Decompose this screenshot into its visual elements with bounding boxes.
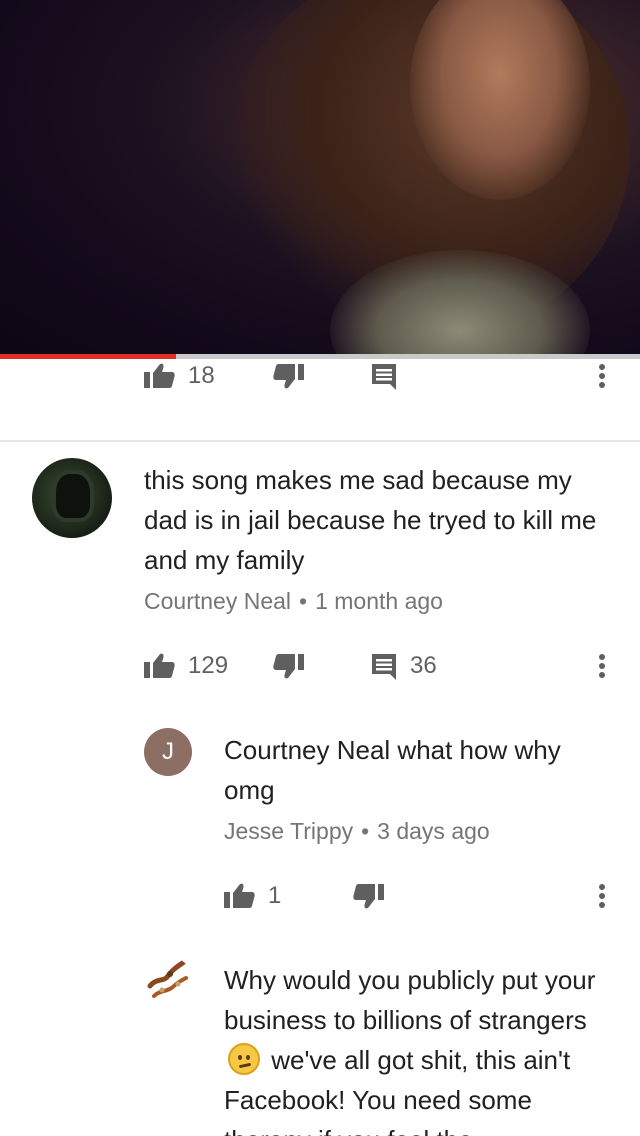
dislike-button[interactable] bbox=[352, 876, 384, 916]
reply-button[interactable] bbox=[370, 356, 398, 396]
thumbs-down-icon bbox=[353, 884, 384, 909]
replies-button[interactable]: 36 bbox=[370, 646, 437, 686]
like-count: 18 bbox=[188, 362, 215, 389]
reply-text-after-emoji: we've all got shit, this ain't Facebook!… bbox=[224, 1045, 571, 1136]
video-player[interactable] bbox=[0, 0, 640, 356]
previous-comment-actions: 18 bbox=[0, 356, 640, 396]
comment-icon bbox=[372, 364, 396, 390]
comment-icon bbox=[372, 654, 396, 680]
more-options-icon[interactable] bbox=[590, 360, 614, 392]
reply-actions: 1 bbox=[0, 876, 640, 916]
more-options-icon[interactable] bbox=[590, 880, 614, 912]
comment-time: 1 month ago bbox=[315, 588, 443, 614]
avatar-figure bbox=[56, 474, 90, 518]
thumbs-down-icon bbox=[273, 654, 304, 679]
reply-text: Courtney Neal what how why omg bbox=[224, 735, 561, 805]
avatar[interactable]: J bbox=[144, 728, 192, 776]
like-count: 1 bbox=[268, 882, 282, 909]
reply-text-before-emoji: Why would you publicly put your business… bbox=[224, 965, 596, 1035]
comment-author[interactable]: Courtney Neal bbox=[144, 588, 291, 614]
thumbs-down-icon bbox=[273, 364, 304, 389]
thumbs-up-icon bbox=[144, 363, 175, 388]
meta-separator: • bbox=[299, 588, 308, 614]
reply-text: Why would you publicly put your business… bbox=[224, 960, 624, 1136]
reply-meta: Jesse Trippy • 3 days ago bbox=[224, 818, 490, 845]
reply-count: 36 bbox=[410, 652, 437, 679]
avatar-image bbox=[147, 959, 188, 998]
avatar-letter: J bbox=[162, 738, 174, 765]
thumbs-up-icon bbox=[224, 883, 255, 908]
like-button[interactable]: 129 bbox=[144, 646, 228, 686]
like-button[interactable]: 18 bbox=[144, 356, 215, 396]
comment-actions: 129 36 bbox=[0, 646, 640, 686]
like-button[interactable]: 1 bbox=[224, 876, 281, 916]
avatar[interactable] bbox=[144, 956, 192, 1004]
comment-meta: Courtney Neal • 1 month ago bbox=[144, 588, 443, 615]
divider bbox=[0, 440, 640, 442]
like-count: 129 bbox=[188, 652, 229, 679]
confused-face-icon bbox=[228, 1043, 260, 1075]
comment-text: this song makes me sad because my dad is… bbox=[144, 465, 597, 575]
reply-author[interactable]: Jesse Trippy bbox=[224, 818, 353, 844]
avatar[interactable] bbox=[32, 458, 112, 538]
dislike-button[interactable] bbox=[272, 646, 304, 686]
dislike-button[interactable] bbox=[272, 356, 304, 396]
thumbs-up-icon bbox=[144, 653, 175, 678]
reply-time: 3 days ago bbox=[377, 818, 490, 844]
meta-separator: • bbox=[361, 818, 370, 844]
more-options-icon[interactable] bbox=[590, 650, 614, 682]
